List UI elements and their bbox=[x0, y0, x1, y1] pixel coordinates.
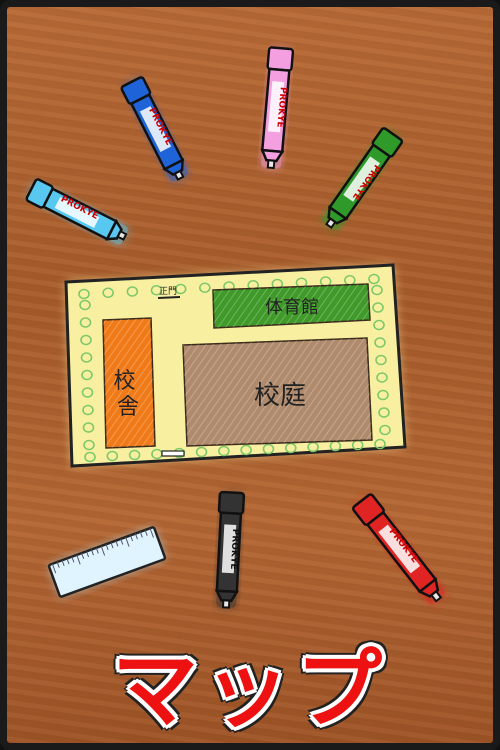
marker-brand-label: PROKYE bbox=[228, 528, 240, 569]
blue-marker[interactable]: PROKYE bbox=[120, 76, 191, 183]
back-gate bbox=[161, 450, 185, 457]
pink-marker[interactable]: PROKYE bbox=[259, 46, 295, 170]
school-map[interactable]: 体育館 正門 校 舎 校庭 bbox=[64, 263, 407, 468]
red-marker[interactable]: PROKYE bbox=[352, 493, 448, 606]
schoolyard-area: 校庭 bbox=[182, 337, 373, 447]
schoolyard-label: 校庭 bbox=[254, 381, 306, 411]
school-building-area: 校 舎 bbox=[102, 317, 156, 449]
black-marker[interactable]: PROKYE bbox=[214, 490, 246, 609]
gate: 正門 bbox=[157, 286, 181, 299]
ruler[interactable] bbox=[47, 526, 167, 598]
light-blue-marker[interactable]: PROKYE bbox=[25, 178, 130, 247]
green-marker[interactable]: PROKYE bbox=[319, 127, 404, 233]
game-screen: 体育館 正門 校 舎 校庭 PROKYE PROKYE PROKYE PROKY… bbox=[0, 0, 500, 750]
gate-label: 正門 bbox=[159, 286, 177, 297]
gym-area: 体育館 bbox=[212, 283, 371, 329]
gym-label: 体育館 bbox=[265, 297, 319, 318]
school-building-label: 校 舎 bbox=[113, 369, 142, 420]
screen-title: マップ bbox=[112, 640, 388, 740]
